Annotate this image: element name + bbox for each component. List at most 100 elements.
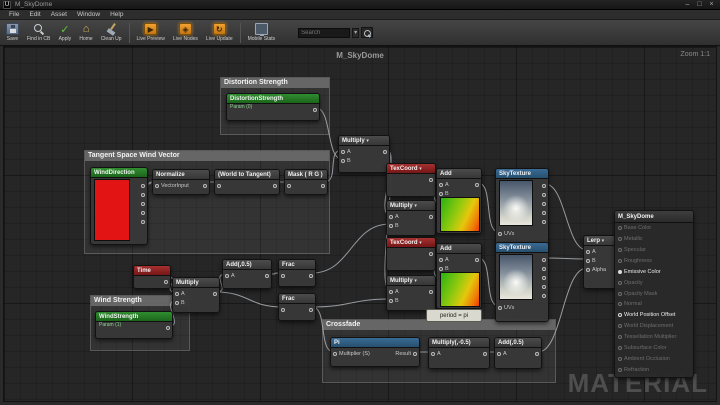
input-pin[interactable]	[281, 305, 287, 314]
output-pin[interactable]	[164, 323, 170, 332]
material-pin-opacity-mask[interactable]: Opacity Mask	[618, 291, 690, 297]
output-pin[interactable]	[540, 199, 546, 208]
pin-icon[interactable]	[475, 183, 479, 187]
node-pi-function[interactable]: PiMultiplier (S)Result	[330, 337, 420, 367]
output-pin[interactable]	[307, 305, 313, 314]
pin-icon[interactable]	[618, 259, 622, 263]
input-pin[interactable]: A	[586, 247, 606, 256]
pin-icon[interactable]	[618, 292, 622, 296]
output-pin[interactable]	[139, 208, 145, 217]
material-pin-roughness[interactable]: Roughness	[618, 258, 690, 264]
output-pin[interactable]	[211, 289, 217, 298]
node-frac-bottom[interactable]: Frac	[278, 293, 316, 321]
pin-icon[interactable]	[175, 292, 179, 296]
pin-icon[interactable]	[542, 267, 546, 271]
node-multiply-bottom[interactable]: Multiply ▾AB	[386, 275, 436, 311]
input-pin[interactable]: Alpha	[586, 265, 606, 274]
pin-icon[interactable]	[475, 258, 479, 262]
node-mask-rg[interactable]: Mask ( R G )	[284, 169, 328, 195]
output-pin[interactable]	[427, 287, 433, 296]
chevron-down-icon[interactable]: ▾	[352, 28, 359, 38]
pin-icon[interactable]	[155, 184, 159, 188]
apply-button[interactable]: Apply	[55, 21, 74, 45]
pin-icon[interactable]	[542, 184, 546, 188]
pin-icon[interactable]	[383, 150, 387, 154]
pin-icon[interactable]	[265, 274, 269, 278]
output-pin[interactable]	[427, 175, 433, 184]
node-texcoord-top[interactable]: TexCoord ▾	[386, 163, 436, 197]
pin-icon[interactable]	[542, 220, 546, 224]
pin-icon[interactable]	[389, 215, 393, 219]
mobile-stats-button[interactable]: Mobile Stats	[245, 21, 279, 45]
output-pin[interactable]	[311, 105, 317, 114]
output-pin[interactable]	[540, 273, 546, 282]
output-pin[interactable]	[540, 291, 546, 300]
menu-help[interactable]: Help	[105, 10, 128, 20]
collapse-caret-icon[interactable]: ▾	[414, 203, 417, 209]
pin-icon[interactable]	[498, 232, 502, 236]
material-pin-tessellation-multiplier[interactable]: Tessellation Multiplier	[618, 334, 690, 340]
node-multiply-time[interactable]: MultiplyAB	[172, 277, 220, 313]
live-preview-button[interactable]: Live Preview	[134, 21, 168, 45]
output-pin[interactable]	[139, 181, 145, 190]
pin-icon[interactable]	[287, 184, 291, 188]
output-pin[interactable]	[201, 181, 207, 190]
pin-icon[interactable]	[586, 259, 590, 263]
input-pin[interactable]: B	[341, 156, 351, 165]
input-pin[interactable]: A	[439, 180, 449, 189]
window-minimize-button[interactable]: –	[682, 0, 693, 9]
pin-icon[interactable]	[542, 258, 546, 262]
output-pin[interactable]	[540, 282, 546, 291]
pin-icon[interactable]	[542, 276, 546, 280]
pin-icon[interactable]	[618, 313, 622, 317]
input-pin[interactable]: A	[389, 212, 399, 221]
input-pin[interactable]: A	[431, 349, 441, 358]
node-time[interactable]: Time	[133, 265, 171, 289]
pin-icon[interactable]	[164, 280, 168, 284]
pin-icon[interactable]	[175, 301, 179, 305]
output-pin[interactable]: Result	[395, 349, 417, 358]
node-winddirection-param[interactable]: WindDirection	[90, 167, 148, 245]
pin-icon[interactable]	[321, 184, 325, 188]
search-button[interactable]	[361, 27, 373, 38]
pin-icon[interactable]	[225, 274, 229, 278]
pin-icon[interactable]	[618, 324, 622, 328]
pin-icon[interactable]	[535, 352, 539, 356]
output-pin[interactable]	[533, 349, 539, 358]
node-material-output[interactable]: M_SkyDomeBase ColorMetallicSpecularRough…	[614, 210, 694, 378]
node-add-top[interactable]: AddAB	[436, 168, 482, 234]
output-pin[interactable]	[540, 181, 546, 190]
live-update-button[interactable]: Live Update	[203, 21, 236, 45]
material-pin-base-color[interactable]: Base Color	[618, 225, 690, 231]
input-pin[interactable]: VectorInput	[155, 181, 189, 190]
output-pin[interactable]	[319, 181, 325, 190]
pin-icon[interactable]	[333, 352, 337, 356]
input-pin[interactable]: A	[175, 289, 185, 298]
material-pin-world-displacement[interactable]: World Displacement	[618, 323, 690, 329]
pin-icon[interactable]	[141, 193, 145, 197]
output-pin[interactable]	[263, 271, 269, 280]
pin-icon[interactable]	[618, 281, 622, 285]
pin-icon[interactable]	[429, 215, 433, 219]
pin-icon[interactable]	[618, 346, 622, 350]
menu-window[interactable]: Window	[72, 10, 105, 20]
node-multiply-top[interactable]: Multiply ▾AB	[386, 200, 436, 236]
pin-icon[interactable]	[413, 352, 417, 356]
pin-icon[interactable]	[618, 357, 622, 361]
input-pin[interactable]: B	[389, 221, 399, 230]
node-normalize[interactable]: NormalizeVectorInput	[152, 169, 210, 195]
material-pin-refraction[interactable]: Refraction	[618, 367, 690, 373]
save-button[interactable]: Save	[3, 21, 22, 45]
window-maximize-button[interactable]: □	[694, 0, 705, 9]
node-skytexture-bottom[interactable]: SkyTextureUVs	[495, 242, 549, 322]
input-pin[interactable]: B	[586, 256, 606, 265]
pin-icon[interactable]	[586, 268, 590, 272]
pin-icon[interactable]	[313, 108, 317, 112]
material-pin-emissive-color[interactable]: Emissive Color	[618, 269, 690, 275]
output-pin[interactable]	[540, 264, 546, 273]
pin-icon[interactable]	[497, 352, 501, 356]
pin-icon[interactable]	[542, 285, 546, 289]
search-input[interactable]	[298, 28, 350, 38]
pin-icon[interactable]	[281, 308, 285, 312]
pin-icon[interactable]	[618, 335, 622, 339]
